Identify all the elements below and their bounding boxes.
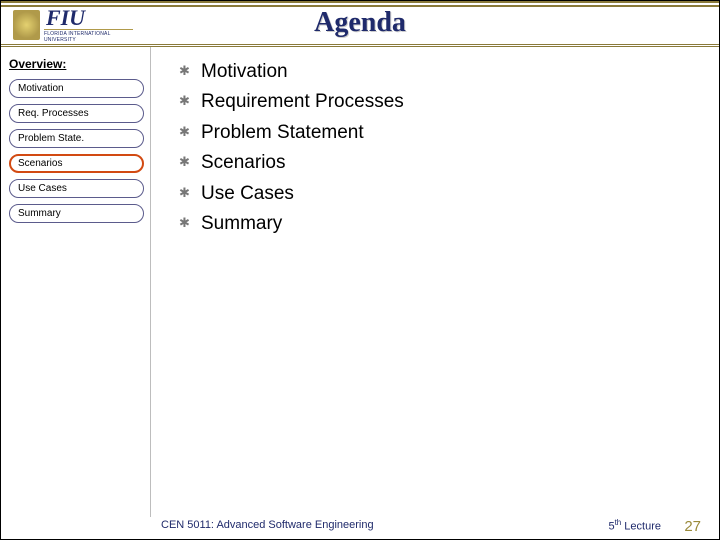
slide-body: Overview: Motivation Req. Processes Proble… (1, 47, 719, 517)
bullet-item: Summary (179, 209, 707, 239)
bullet-text: Use Cases (201, 183, 294, 204)
bullet-text: Problem Statement (201, 122, 364, 143)
slide-footer: CEN 5011: Advanced Software Engineering … (1, 515, 719, 539)
slide: FIU FLORIDA INTERNATIONAL UNIVERSITY Age… (0, 0, 720, 540)
sidebar-item-label: Motivation (18, 83, 64, 94)
sidebar-item-label: Scenarios (18, 158, 62, 169)
bullet-item: Requirement Processes (179, 87, 707, 117)
footer-course: CEN 5011: Advanced Software Engineering (161, 519, 608, 531)
bullet-text: Scenarios (201, 152, 286, 173)
slide-header: FIU FLORIDA INTERNATIONAL UNIVERSITY Age… (1, 1, 719, 47)
bullet-text: Motivation (201, 61, 288, 82)
footer-lecture: 5th Lecture (608, 518, 661, 533)
bullet-text: Requirement Processes (201, 91, 404, 112)
bullet-item: Problem Statement (179, 118, 707, 148)
sidebar-item-problem-state[interactable]: Problem State. (9, 129, 144, 148)
main-content: Motivation Requirement Processes Problem S… (151, 47, 719, 517)
sidebar-item-label: Use Cases (18, 183, 67, 194)
logo-subtext: FLORIDA INTERNATIONAL UNIVERSITY (44, 31, 133, 43)
sidebar-item-scenarios[interactable]: Scenarios (9, 154, 144, 173)
bullet-text: Summary (201, 213, 282, 234)
bullet-item: Scenarios (179, 148, 707, 178)
bullet-item: Motivation (179, 57, 707, 87)
bullet-item: Use Cases (179, 179, 707, 209)
bullet-list: Motivation Requirement Processes Problem S… (179, 57, 707, 239)
sidebar-item-label: Problem State. (18, 133, 84, 144)
sidebar-item-motivation[interactable]: Motivation (9, 79, 144, 98)
sidebar-item-use-cases[interactable]: Use Cases (9, 179, 144, 198)
sidebar-heading: Overview: (9, 57, 144, 71)
footer-lecture-suffix: Lecture (621, 520, 661, 532)
sidebar-item-req-processes[interactable]: Req. Processes (9, 104, 144, 123)
logo-initials: FIU (44, 7, 133, 30)
sidebar-item-summary[interactable]: Summary (9, 204, 144, 223)
seal-icon (13, 10, 40, 40)
institution-logo: FIU FLORIDA INTERNATIONAL UNIVERSITY (13, 7, 133, 43)
sidebar-item-label: Summary (18, 208, 61, 219)
page-number: 27 (684, 518, 701, 535)
sidebar: Overview: Motivation Req. Processes Proble… (1, 47, 151, 517)
sidebar-item-label: Req. Processes (18, 108, 89, 119)
logo-text: FIU FLORIDA INTERNATIONAL UNIVERSITY (44, 7, 133, 43)
